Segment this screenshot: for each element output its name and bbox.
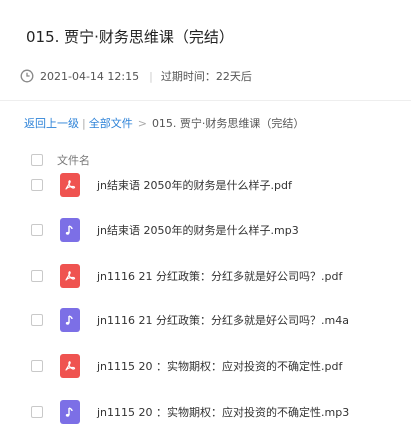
file-checkbox[interactable] [31, 360, 43, 372]
breadcrumb-separator: | [82, 117, 86, 130]
select-all-checkbox[interactable] [31, 154, 43, 166]
clock-icon [20, 69, 34, 83]
pdf-file-icon [60, 264, 80, 288]
file-row[interactable]: jn1116 21 分红政策：分红多就是好公司吗？.m4a [0, 305, 411, 335]
pdf-file-icon [60, 354, 80, 378]
file-name[interactable]: jn结束语 2050年的财务是什么样子.mp3 [97, 222, 299, 238]
file-name[interactable]: jn1115 20 ：实物期权：应对投资的不确定性.mp3 [97, 404, 349, 420]
file-checkbox[interactable] [31, 179, 43, 191]
file-checkbox[interactable] [31, 406, 43, 418]
file-checkbox[interactable] [31, 314, 43, 326]
share-meta: 2021-04-14 12:15 | 过期时间：22天后 [20, 68, 252, 84]
file-row[interactable]: jn1116 21 分红政策：分红多就是好公司吗？.pdf [0, 261, 411, 291]
file-name[interactable]: jn1116 21 分红政策：分红多就是好公司吗？.pdf [97, 268, 342, 284]
file-row[interactable]: jn结束语 2050年的财务是什么样子.pdf [0, 170, 411, 200]
file-row[interactable]: jn1115 20 ：实物期权：应对投资的不确定性.mp3 [0, 397, 411, 427]
music-file-icon [60, 218, 80, 242]
file-name[interactable]: jn1115 20 ：实物期权：应对投资的不确定性.pdf [97, 358, 342, 374]
breadcrumb-current: 015. 贾宁·财务思维课（完结） [151, 117, 305, 130]
expiry-text: 过期时间：22天后 [160, 70, 252, 83]
file-checkbox[interactable] [31, 224, 43, 236]
file-checkbox[interactable] [31, 270, 43, 282]
file-row[interactable]: jn结束语 2050年的财务是什么样子.mp3 [0, 215, 411, 245]
music-file-icon [60, 308, 80, 332]
breadcrumb: 返回上一级 | 全部文件 >015. 贾宁·财务思维课（完结） [24, 115, 304, 131]
column-header-name: 文件名 [57, 154, 90, 167]
pdf-file-icon [60, 173, 80, 197]
file-name[interactable]: jn1116 21 分红政策：分红多就是好公司吗？.m4a [97, 312, 349, 328]
share-date: 2021-04-14 12:15 [40, 69, 140, 83]
all-files-link[interactable]: 全部文件 [89, 117, 133, 130]
page-title: 015. 贾宁·财务思维课（完结） [26, 28, 234, 46]
file-row[interactable]: jn1115 20 ：实物期权：应对投资的不确定性.pdf [0, 351, 411, 381]
back-link[interactable]: 返回上一级 [24, 117, 79, 130]
file-name[interactable]: jn结束语 2050年的财务是什么样子.pdf [97, 177, 292, 193]
meta-separator: | [149, 69, 153, 83]
music-file-icon [60, 400, 80, 424]
breadcrumb-arrow: > [137, 117, 147, 130]
divider [0, 100, 411, 101]
